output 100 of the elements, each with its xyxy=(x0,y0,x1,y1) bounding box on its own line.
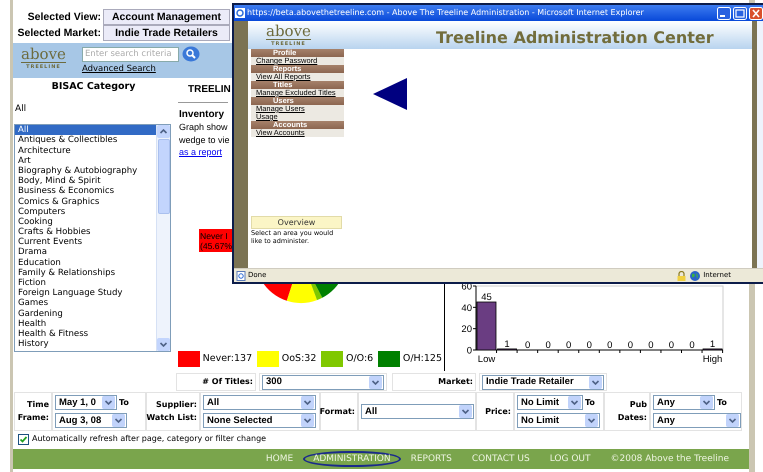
field-label: To xyxy=(585,398,595,408)
data-label: 0 xyxy=(628,340,633,351)
scroll-up-icon xyxy=(157,125,170,138)
dropdown-field[interactable]: All xyxy=(203,395,316,410)
dropdown-field[interactable]: May 1, 0 xyxy=(55,395,117,410)
legend-label: Never:137 xyxy=(202,353,252,365)
axis-tick-label: Low xyxy=(478,354,496,365)
field-label: To xyxy=(119,398,129,408)
axis-tick-label: 0 xyxy=(466,346,472,356)
category-option[interactable]: Current Events xyxy=(15,237,156,248)
dropdown-field[interactable]: No Limit xyxy=(517,413,600,428)
triangle-arrow-icon xyxy=(373,78,407,110)
data-label: 0 xyxy=(546,340,551,351)
maximize-icon[interactable] xyxy=(733,6,747,20)
category-option[interactable]: Drama xyxy=(15,247,156,258)
category-option[interactable]: History xyxy=(15,339,156,350)
category-option[interactable]: Body, Mind & Spirit xyxy=(15,176,156,186)
current-category: All xyxy=(14,104,28,116)
selected-view-field[interactable]: Account Management xyxy=(103,9,230,25)
data-label: 0 xyxy=(566,340,572,351)
data-label: 0 xyxy=(668,340,674,351)
window-title: https://beta.abovethetreeline.com - Above The Treeline Administration - Microsoft Internet Explorer xyxy=(247,8,645,18)
globe-icon xyxy=(690,270,700,280)
axis-tick-label: 40 xyxy=(461,302,472,314)
category-option[interactable]: Family & Relationships xyxy=(15,268,156,278)
dropdown-field[interactable]: Indie Trade Retailer xyxy=(482,374,604,390)
search-icon xyxy=(182,46,200,62)
category-option[interactable]: Fiction xyxy=(15,278,156,288)
field-label: Pub xyxy=(630,400,647,410)
data-label: 0 xyxy=(586,340,592,351)
copyright-text: ©2008 Above the Treeline xyxy=(610,452,730,466)
scrollbar[interactable] xyxy=(757,21,763,268)
data-label: 1 xyxy=(710,338,716,350)
page-icon xyxy=(236,270,246,280)
page-title: Treeline Administration Center xyxy=(436,28,714,48)
checkbox[interactable] xyxy=(18,434,29,444)
axis-tick-label: 20 xyxy=(461,324,472,336)
dropdown-field[interactable]: All xyxy=(361,404,474,419)
section-title: Inventory xyxy=(178,109,224,121)
close-icon[interactable] xyxy=(749,6,763,20)
category-option[interactable]: Games xyxy=(15,298,156,309)
dropdown-field[interactable]: 300 xyxy=(262,374,384,390)
axis-tick-label: High xyxy=(702,354,722,365)
field-label: Dates: xyxy=(618,413,647,423)
category-option[interactable]: Comics & Graphics xyxy=(15,196,156,207)
panel-title: TREELIN xyxy=(188,84,231,96)
category-option[interactable]: Education xyxy=(15,258,156,268)
category-option[interactable]: Art xyxy=(15,156,156,166)
data-label: 0 xyxy=(648,340,654,351)
description-text: Graph show xyxy=(178,121,228,134)
category-option[interactable]: Cooking xyxy=(15,216,156,228)
checkbox-label: Automatically refresh after page, category or filter change xyxy=(32,434,266,444)
field-label: To xyxy=(717,398,727,408)
page-icon xyxy=(235,8,245,18)
category-listbox[interactable] xyxy=(14,124,171,352)
category-option[interactable]: Crafts & Hobbies xyxy=(15,227,156,238)
scrollbar[interactable] xyxy=(156,125,170,352)
category-option[interactable]: Gardening xyxy=(15,308,156,319)
pie-data-label: Never I (45.67% xyxy=(199,229,235,252)
advanced-search-link[interactable]: Advanced Search xyxy=(82,64,200,74)
category-option[interactable]: Health & Fitness xyxy=(15,328,156,340)
field-label: Watch List: xyxy=(146,413,197,423)
category-option[interactable]: Computers xyxy=(15,206,156,217)
category-option[interactable]: Foreign Language Study xyxy=(15,288,156,298)
field-label: Price: xyxy=(485,406,511,416)
field-label: Time xyxy=(27,400,49,410)
data-label: 45 xyxy=(481,292,492,303)
selected-market-field[interactable]: Indie Trade Retailers xyxy=(103,25,230,41)
category-option[interactable]: All xyxy=(15,125,156,136)
category-option[interactable]: Business & Economics xyxy=(15,186,156,196)
lock-icon xyxy=(677,270,686,280)
dropdown-field[interactable]: Aug 3, 08 xyxy=(55,413,127,428)
description-text: wedge to vie xyxy=(178,134,230,147)
search-field[interactable]: Enter search criteria xyxy=(82,46,179,62)
dropdown-field[interactable]: None Selected xyxy=(203,413,316,428)
field-label: # Of Titles: xyxy=(202,377,253,387)
data-label: 0 xyxy=(524,340,530,351)
dropdown-field[interactable]: Any xyxy=(653,395,715,410)
minimize-icon[interactable] xyxy=(717,6,731,20)
legend-label: O/H:125 xyxy=(402,353,442,365)
category-option[interactable]: Biography & Autobiography xyxy=(15,166,156,176)
scrollbar-thumb[interactable] xyxy=(158,139,170,214)
category-option[interactable]: Health xyxy=(15,318,156,329)
dropdown-field[interactable]: No Limit xyxy=(517,395,583,410)
scroll-down-icon xyxy=(157,338,170,352)
report-link[interactable]: as a report xyxy=(178,147,222,158)
field-label: Selected View: xyxy=(26,10,102,24)
legend-label: OoS:32 xyxy=(282,353,316,365)
field-label: Market: xyxy=(438,377,473,387)
field-label: Format: xyxy=(320,406,355,416)
field-label: Selected Market: xyxy=(16,26,102,40)
dropdown-field[interactable]: Any xyxy=(653,413,741,428)
category-option[interactable]: Architecture xyxy=(15,146,156,156)
data-label: 0 xyxy=(689,340,695,351)
field-label: Supplier: xyxy=(156,400,197,410)
overview-tab[interactable]: Overview xyxy=(251,216,342,229)
y-axis xyxy=(472,286,476,350)
section-title: BISAC Category xyxy=(50,81,136,92)
category-option[interactable]: Antiques & Collectibles xyxy=(15,135,156,146)
data-label: 1 xyxy=(504,338,510,350)
